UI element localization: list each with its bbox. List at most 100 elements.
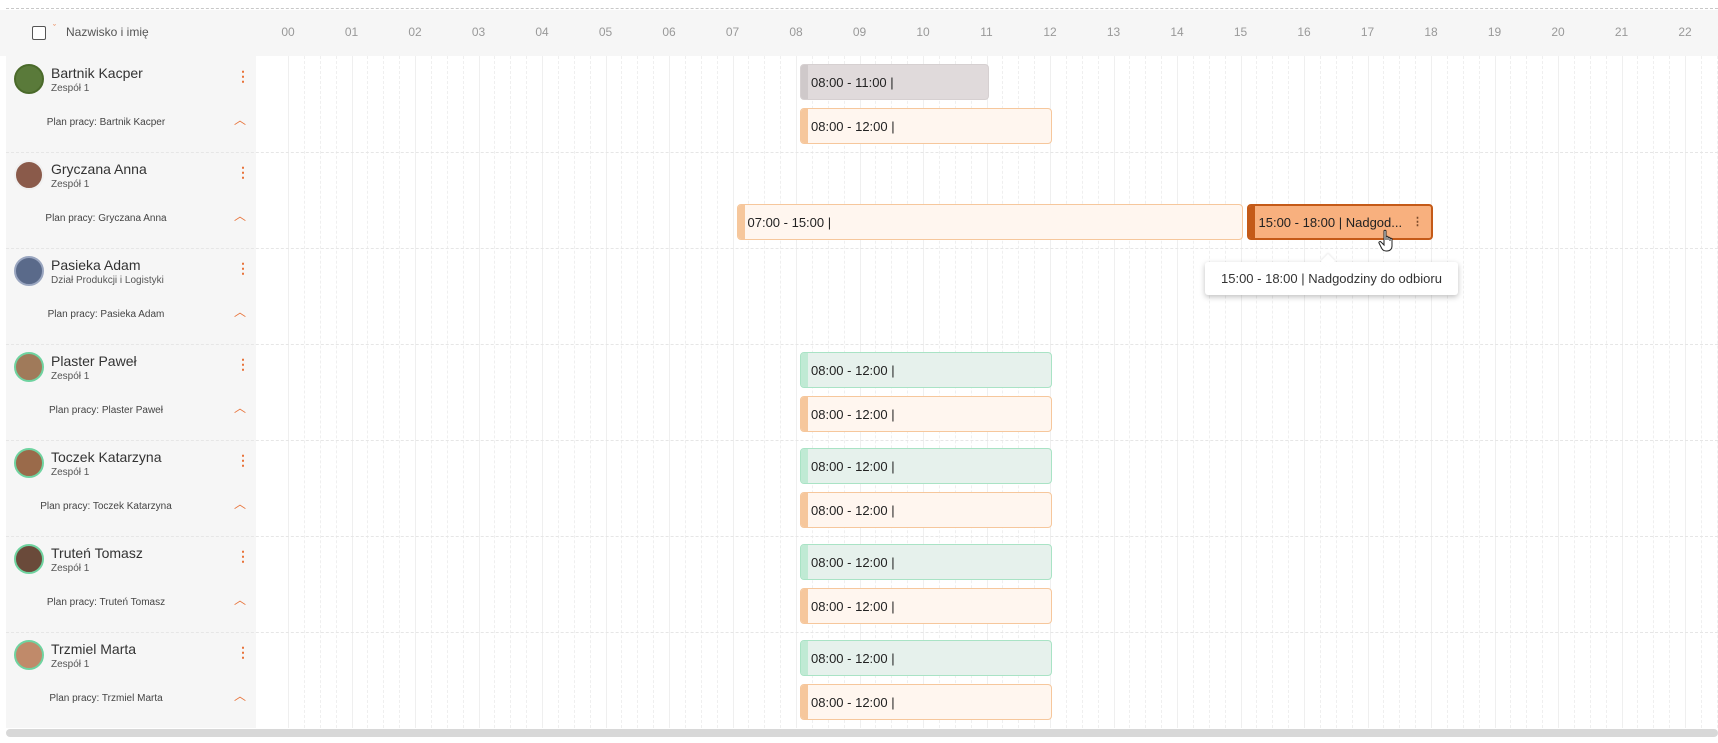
more-options-icon[interactable]: ⋮ <box>236 261 250 275</box>
employee-row: Toczek Katarzyna Zespół 1 ⋮ Plan pracy: Toc… <box>6 440 256 536</box>
shift-label: 08:00 - 12:00 | <box>811 650 895 666</box>
grid-line <box>859 56 861 728</box>
grid-line <box>1304 56 1305 728</box>
shift-label: 08:00 - 12:00 | <box>811 694 895 710</box>
overtime-shift-block[interactable]: 15:00 - 18:00 | Nadgod... ⋮ <box>1246 204 1433 240</box>
grid-line <box>605 56 607 728</box>
shift-label: 08:00 - 12:00 | <box>811 502 895 518</box>
chevron-up-icon[interactable]: ︿ <box>234 594 246 606</box>
employee-name[interactable]: Gryczana Anna <box>51 161 147 177</box>
grid-line <box>954 56 956 728</box>
employee-row: Pasieka Adam Dział Produkcji i Logistyki ⋮… <box>6 248 256 344</box>
grid-line <box>446 56 448 728</box>
avatar[interactable] <box>14 448 44 478</box>
grid-line <box>1018 56 1020 728</box>
hour-label: 00 <box>281 25 295 39</box>
planned-shift-block[interactable]: 08:00 - 12:00 | <box>800 396 1052 432</box>
employee-name[interactable]: Bartnik Kacper <box>51 65 143 81</box>
more-options-icon[interactable]: ⋮ <box>236 549 250 563</box>
planned-shift-block[interactable]: 08:00 - 12:00 | <box>800 108 1052 144</box>
more-options-icon[interactable]: ⋮ <box>236 165 250 179</box>
name-column-header[interactable]: Nazwisko i imię <box>66 25 149 39</box>
employee-name[interactable]: Truteń Tomasz <box>51 545 143 561</box>
hour-label: 16 <box>1297 25 1311 39</box>
more-options-icon[interactable]: ⋮ <box>236 69 250 83</box>
shift-block[interactable]: 08:00 - 12:00 | <box>800 544 1052 580</box>
grid-line <box>1081 56 1083 728</box>
grid-line <box>1431 56 1432 728</box>
employee-team: Zespół 1 <box>51 179 90 190</box>
planned-shift-block[interactable]: 08:00 - 12:00 | <box>800 492 1052 528</box>
select-all-checkbox-wrap[interactable] <box>32 24 46 42</box>
shift-options-icon[interactable]: ⋮ <box>1412 217 1423 228</box>
avatar[interactable] <box>14 640 44 670</box>
plan-label: Plan pracy: Trzmiel Marta <box>49 693 163 704</box>
grid-line <box>478 56 480 728</box>
grid-line <box>1415 56 1417 728</box>
employee-name[interactable]: Pasieka Adam <box>51 257 141 273</box>
hour-label: 13 <box>1106 25 1121 39</box>
grid-line <box>1653 56 1655 728</box>
grid-line <box>1050 56 1051 728</box>
grid-line <box>764 56 766 728</box>
grid-line <box>891 56 893 728</box>
more-options-icon[interactable]: ⋮ <box>236 645 250 659</box>
row-separator <box>6 536 1718 537</box>
chevron-up-icon[interactable]: ︿ <box>234 498 246 510</box>
employee-team: Zespół 1 <box>51 563 90 574</box>
grid-line <box>1462 56 1464 728</box>
shift-block[interactable]: 08:00 - 12:00 | <box>800 352 1052 388</box>
avatar[interactable] <box>14 544 44 574</box>
avatar[interactable] <box>14 160 44 190</box>
chevron-up-icon[interactable]: ︿ <box>234 210 246 222</box>
shift-label: 08:00 - 12:00 | <box>811 458 895 474</box>
grid-line <box>1478 56 1480 728</box>
employee-name[interactable]: Toczek Katarzyna <box>51 449 162 465</box>
select-all-checkbox[interactable] <box>32 26 46 40</box>
shift-block[interactable]: 08:00 - 12:00 | <box>800 448 1052 484</box>
grid-line <box>1383 56 1385 728</box>
hour-label: 10 <box>916 25 930 39</box>
sort-indicator-icon[interactable]: ˇ <box>53 24 56 33</box>
grid-line <box>1034 56 1036 728</box>
more-options-icon[interactable]: ⋮ <box>236 357 250 371</box>
planned-shift-block[interactable]: 08:00 - 12:00 | <box>800 588 1052 624</box>
planned-shift-block[interactable]: 08:00 - 12:00 | <box>800 684 1052 720</box>
employee-name[interactable]: Plaster Paweł <box>51 353 137 369</box>
shift-block[interactable]: 08:00 - 11:00 | <box>800 64 989 100</box>
plan-label: Plan pracy: Bartnik Kacper <box>46 117 166 128</box>
avatar[interactable] <box>14 64 44 94</box>
hour-label: 21 <box>1614 25 1629 39</box>
hour-label: 15 <box>1233 25 1248 39</box>
chevron-up-icon[interactable]: ︿ <box>234 690 246 702</box>
grid-line <box>923 56 924 728</box>
grid-line <box>938 56 940 728</box>
grid-line <box>716 56 718 728</box>
grid-line <box>1002 56 1004 728</box>
employee-row: Bartnik Kacper Zespół 1 ⋮ Plan pracy: Bartn… <box>6 56 256 152</box>
chevron-up-icon[interactable]: ︿ <box>234 306 246 318</box>
chevron-up-icon[interactable]: ︿ <box>234 402 246 414</box>
employee-name[interactable]: Trzmiel Marta <box>51 641 136 657</box>
tooltip-text: 15:00 - 18:00 | Nadgodziny do odbioru <box>1221 271 1442 286</box>
hour-label: 02 <box>408 25 422 39</box>
grid-line <box>335 56 337 728</box>
hour-label: 04 <box>535 25 549 39</box>
plan-label: Plan pracy: Plaster Paweł <box>49 405 163 416</box>
hour-label: 09 <box>852 25 867 39</box>
avatar[interactable] <box>14 352 44 382</box>
employee-team: Zespół 1 <box>51 467 90 478</box>
grid-line <box>1065 56 1067 728</box>
hour-label: 22 <box>1678 25 1692 39</box>
hour-label: 19 <box>1487 25 1502 39</box>
more-options-icon[interactable]: ⋮ <box>236 453 250 467</box>
chevron-up-icon[interactable]: ︿ <box>234 114 246 126</box>
planned-shift-block[interactable]: 07:00 - 15:00 | <box>736 204 1243 240</box>
avatar[interactable] <box>14 256 44 286</box>
grid-line <box>510 56 512 728</box>
grid-line <box>970 56 972 728</box>
shift-block[interactable]: 08:00 - 12:00 | <box>800 640 1052 676</box>
employee-team: Zespół 1 <box>51 659 90 670</box>
grid-line <box>1637 56 1639 728</box>
horizontal-scrollbar[interactable] <box>6 729 1718 737</box>
